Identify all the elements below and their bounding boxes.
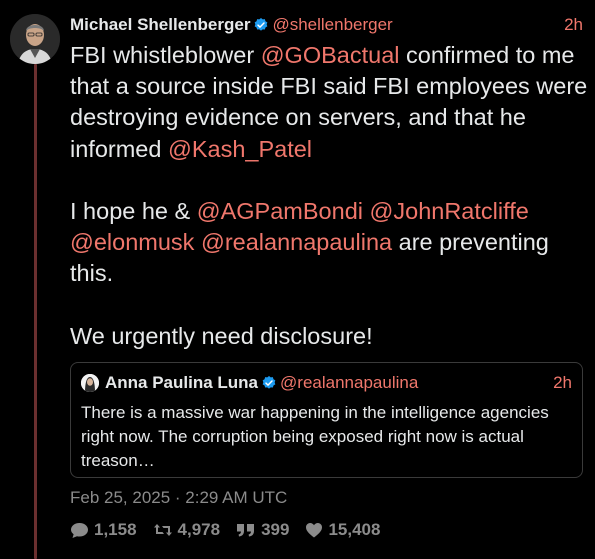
- mention-link[interactable]: @AGPamBondi: [197, 198, 363, 224]
- tweet-body: FBI whistleblower @GOBactual confirmed t…: [70, 40, 590, 352]
- tweet-timestamp[interactable]: Feb 25, 2025 · 2:29 AM UTC: [70, 488, 287, 508]
- text-segment: I hope he &: [70, 198, 197, 224]
- quote-button[interactable]: 399: [236, 520, 289, 540]
- like-button[interactable]: 15,408: [305, 520, 380, 540]
- reply-button[interactable]: 1,158: [70, 520, 137, 540]
- like-count: 15,408: [328, 520, 381, 539]
- quote-author-name[interactable]: Anna Paulina Luna: [105, 373, 258, 393]
- heart-icon: [306, 523, 323, 538]
- verified-badge-icon: [261, 375, 277, 391]
- retweet-button[interactable]: 4,978: [153, 520, 221, 540]
- thread-line: [34, 64, 37, 559]
- quote-text: There is a massive war happening in the …: [81, 403, 549, 470]
- tweet-paragraph-3: We urgently need disclosure!: [70, 322, 373, 349]
- tweet-paragraph-2: I hope he & @AGPamBondi @JohnRatcliffe @…: [70, 196, 590, 290]
- quote-header: Anna Paulina Luna @realannapaulina 2h: [81, 372, 572, 394]
- quote-count: 399: [261, 520, 290, 539]
- tweet-stats: 1,158 4,978 399 15,408: [70, 518, 396, 542]
- retweet-icon: [153, 524, 172, 536]
- mention-link[interactable]: @realannapaulina: [201, 229, 392, 255]
- author-handle[interactable]: @shellenberger: [272, 15, 392, 35]
- text-segment: FBI whistleblower: [70, 42, 261, 68]
- quote-icon: [237, 524, 255, 537]
- mention-link[interactable]: @JohnRatcliffe: [370, 198, 529, 224]
- mention-link[interactable]: @elonmusk: [70, 229, 194, 255]
- author-name[interactable]: Michael Shellenberger: [70, 15, 250, 35]
- mention-link[interactable]: @Kash_Patel: [168, 136, 312, 162]
- tweet-time[interactable]: 2h: [564, 15, 583, 35]
- quoted-tweet[interactable]: Anna Paulina Luna @realannapaulina 2h Th…: [70, 362, 583, 478]
- comment-icon: [71, 522, 88, 538]
- reply-count: 1,158: [94, 520, 137, 539]
- quote-time[interactable]: 2h: [553, 373, 572, 393]
- mention-link[interactable]: @GOBactual: [261, 42, 400, 68]
- tweet-paragraph-1: FBI whistleblower @GOBactual confirmed t…: [70, 40, 590, 165]
- quote-author-handle[interactable]: @realannapaulina: [280, 373, 418, 393]
- quote-avatar[interactable]: [81, 374, 99, 392]
- retweet-count: 4,978: [177, 520, 221, 539]
- avatar[interactable]: [10, 14, 60, 64]
- tweet-header: Michael Shellenberger @shellenberger 2h: [70, 14, 583, 36]
- verified-badge-icon: [253, 17, 269, 33]
